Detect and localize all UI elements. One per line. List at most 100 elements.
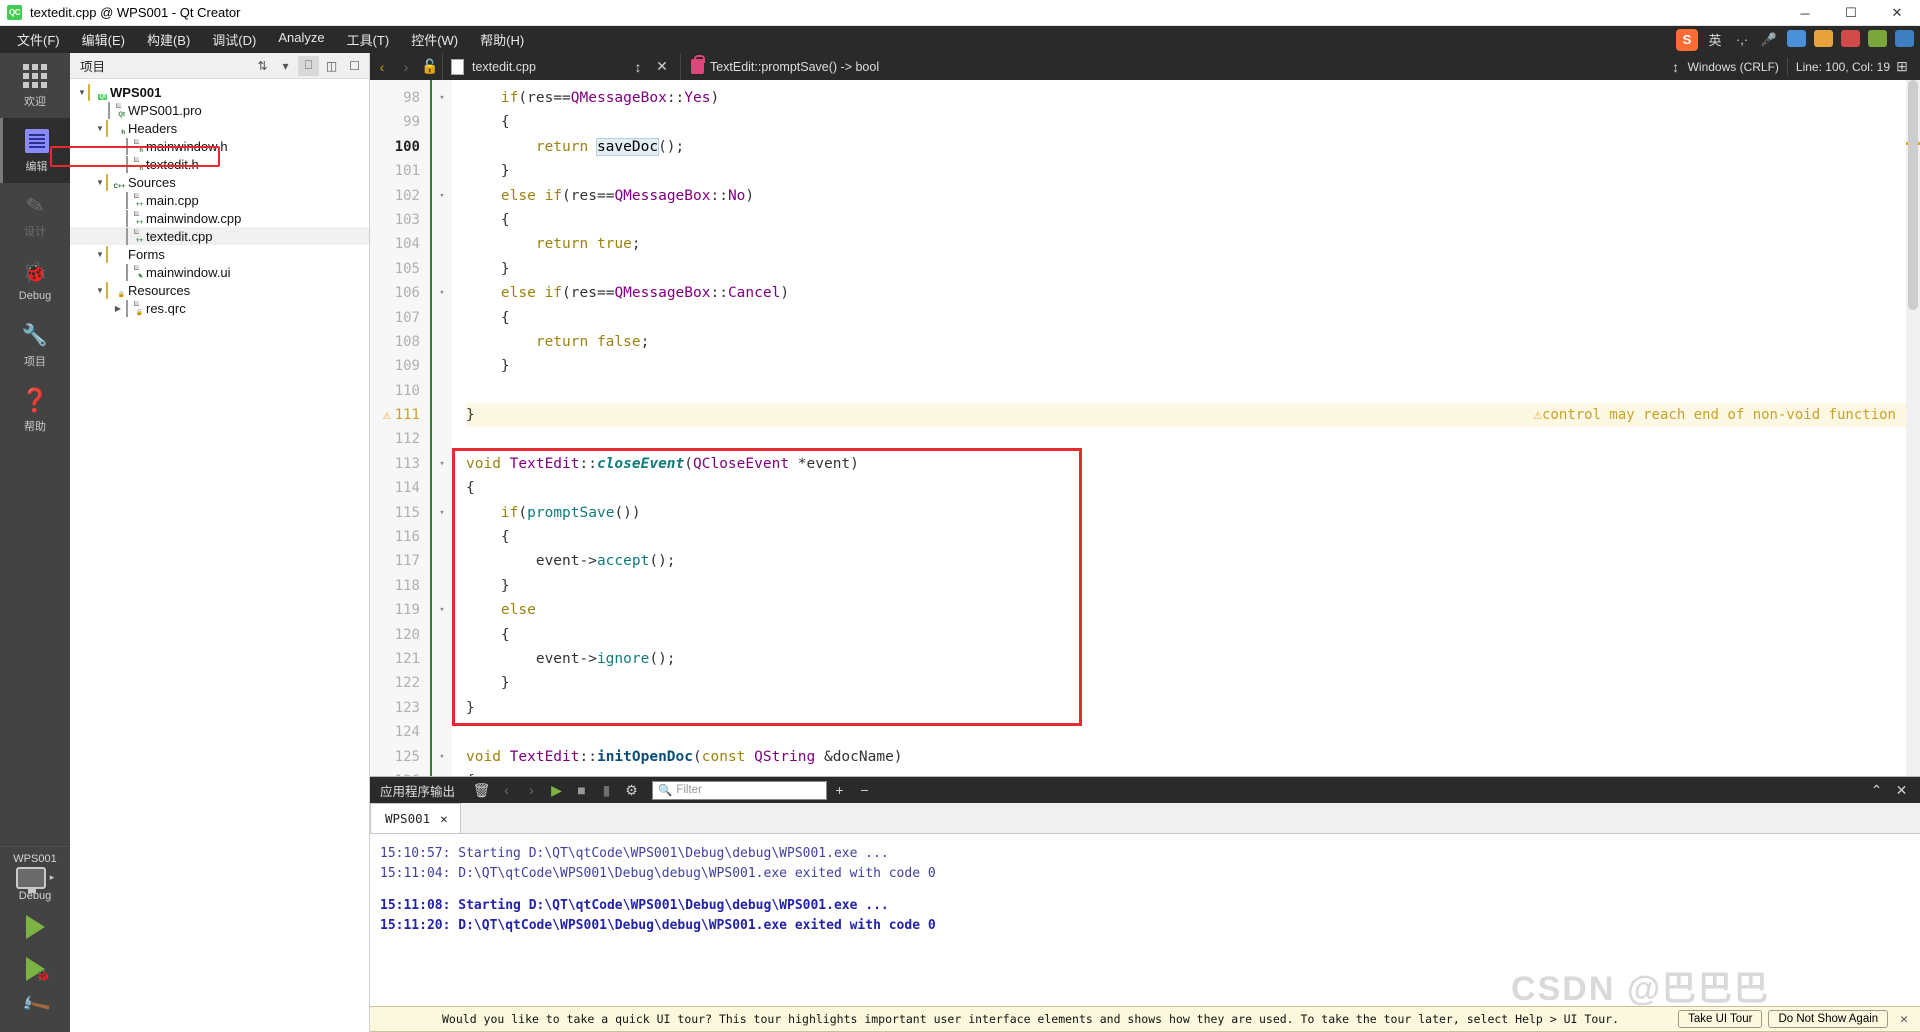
close-file-icon[interactable]: ✕ [650,53,674,80]
lock-open-icon[interactable]: 🔓 [418,53,442,80]
split-editor-icon[interactable]: ↕ [1664,53,1688,80]
ime-tools-icon[interactable] [1813,29,1833,50]
file-dropdown-icon[interactable]: ↕ [626,53,650,80]
scrollbar-thumb[interactable] [1908,80,1918,310]
minimize-button[interactable]: ─ [1782,0,1828,26]
output-run-tab[interactable]: WPS001 ✕ [370,803,461,833]
ime-skin-icon[interactable] [1840,29,1860,50]
code-line-118[interactable]: } [466,574,1906,598]
clear-output-icon[interactable]: 🗑 [469,777,494,803]
code-line-121[interactable]: event->ignore(); [466,647,1906,671]
build-button[interactable]: 🔨 [0,989,70,1032]
ime-emoji-icon[interactable] [1867,29,1887,50]
code-line-124[interactable] [466,720,1906,744]
tree-item-headers[interactable]: ▼ h Headers [70,119,369,137]
chevron-down-icon[interactable]: ▼ [94,250,106,259]
code-line-103[interactable]: { [466,208,1906,232]
tree-item-wps001-pro[interactable]: Qt WPS001.pro [70,101,369,119]
mode-projects[interactable]: 🔧 项目 [0,313,70,378]
zoom-in-icon[interactable]: + [827,777,852,803]
link-editor-icon[interactable]: ⎕ [298,55,319,76]
close-panel-icon[interactable]: ☐ [344,56,365,76]
code-line-98[interactable]: if(res==QMessageBox::Yes) [466,86,1906,110]
code-line-104[interactable]: return true; [466,232,1906,256]
code-line-101[interactable]: } [466,159,1906,183]
filter-icon[interactable]: ▾ [275,56,296,76]
code-text-area[interactable]: if(res==QMessageBox::Yes) { return saveD… [452,80,1906,776]
tree-item-resources[interactable]: ▼ 🔒 Resources [70,281,369,299]
mode-debug[interactable]: 🐞 Debug [0,248,70,313]
stop-icon[interactable]: ■ [569,777,594,803]
menu-2[interactable]: 构建(B) [136,26,201,53]
code-line-113[interactable]: void TextEdit::closeEvent(QCloseEvent *e… [466,452,1906,476]
tree-item-mainwindow-ui[interactable]: ✎ mainwindow.ui [70,263,369,281]
prev-item-icon[interactable]: ‹ [494,777,519,803]
notification-close-icon[interactable]: ✕ [1894,1012,1914,1027]
attach-debugger-icon[interactable]: ▮ [594,777,619,803]
fold-marker-102[interactable]: ▾ [432,184,452,208]
open-file-combo[interactable]: textedit.cpp ↕ ✕ [442,53,676,80]
tree-item-main-cpp[interactable]: ++ main.cpp [70,191,369,209]
line-ending-label[interactable]: Windows (CRLF) [1688,60,1779,74]
take-ui-tour-button[interactable]: Take UI Tour [1678,1010,1763,1028]
run-button[interactable] [0,906,70,948]
menu-0[interactable]: 文件(F) [6,26,71,53]
output-text[interactable]: 15:10:57: Starting D:\QT\qtCode\WPS001\D… [370,834,1920,1006]
menu-5[interactable]: 工具(T) [336,26,401,53]
nav-back-icon[interactable]: ‹ [370,53,394,80]
fold-marker-125[interactable]: ▾ [432,745,452,769]
fold-marker-115[interactable]: ▾ [432,501,452,525]
code-line-102[interactable]: else if(res==QMessageBox::No) [466,184,1906,208]
tree-item-textedit-cpp[interactable]: ++ textedit.cpp [70,227,369,245]
maximize-button[interactable]: ☐ [1828,0,1874,26]
cursor-position-label[interactable]: Line: 100, Col: 19 [1796,60,1890,74]
code-line-125[interactable]: void TextEdit::initOpenDoc(const QString… [466,745,1906,769]
ime-keyboard-icon[interactable] [1786,29,1806,50]
code-line-106[interactable]: else if(res==QMessageBox::Cancel) [466,281,1906,305]
fold-indicator-column[interactable]: ▾ ▾ ▾ ▾ ▾ ▾ ▾ [430,80,452,776]
code-line-117[interactable]: event->accept(); [466,549,1906,573]
next-item-icon[interactable]: › [519,777,544,803]
tree-item-res-qrc[interactable]: ▶ 🔒 res.qrc [70,299,369,317]
code-line-105[interactable]: } [466,257,1906,281]
close-button[interactable]: ✕ [1874,0,1920,26]
ime-apps-icon[interactable] [1894,29,1914,50]
editor-vertical-scrollbar[interactable] [1906,80,1920,776]
maximize-pane-icon[interactable]: ⌃ [1864,777,1889,803]
menu-4[interactable]: Analyze [267,26,335,53]
code-line-116[interactable]: { [466,525,1906,549]
do-not-show-again-button[interactable]: Do Not Show Again [1768,1010,1889,1028]
kit-selector[interactable]: WPS001 ▸ Debug [0,846,70,906]
split-icon[interactable]: ⊞ [1890,53,1914,80]
split-icon[interactable]: ◫ [321,56,342,76]
fold-marker-106[interactable]: ▾ [432,281,452,305]
tree-item-mainwindow-cpp[interactable]: ++ mainwindow.cpp [70,209,369,227]
code-line-120[interactable]: { [466,623,1906,647]
close-pane-icon[interactable]: ✕ [1889,777,1914,803]
code-line-111[interactable]: } ⚠control may reach end of non-void func… [466,403,1906,428]
menu-6[interactable]: 控件(W) [400,26,469,53]
ime-language-icon[interactable]: 英 [1705,30,1725,49]
zoom-out-icon[interactable]: − [852,777,877,803]
output-run-tab-close-icon[interactable]: ✕ [440,811,448,826]
chevron-down-icon[interactable]: ▼ [94,178,106,187]
tree-item-forms[interactable]: ▼ Forms [70,245,369,263]
code-line-99[interactable]: { [466,110,1906,134]
project-tree[interactable]: ▼ Qt WPS001 Qt WPS001.pro ▼ h Headers h mainwindo… [50,79,369,1032]
chevron-down-icon[interactable]: ▼ [76,88,88,97]
chevron-down-icon[interactable]: ▼ [94,124,106,133]
fold-marker-119[interactable]: ▾ [432,598,452,622]
tree-item-wps001[interactable]: ▼ Qt WPS001 [70,83,369,101]
code-line-110[interactable] [466,379,1906,403]
chevron-right-icon[interactable]: ▶ [112,304,124,313]
tree-item-sources[interactable]: ▼ C++ Sources [70,173,369,191]
code-line-108[interactable]: return false; [466,330,1906,354]
code-line-107[interactable]: { [466,306,1906,330]
fold-marker-98[interactable]: ▾ [432,86,452,110]
sync-selection-icon[interactable]: ⇅ [252,56,273,76]
code-line-114[interactable]: { [466,476,1906,500]
mode-help[interactable]: ❓ 帮助 [0,378,70,443]
mode-design[interactable]: ✎ 设计 [0,183,70,248]
code-line-112[interactable] [466,427,1906,451]
mode-welcome[interactable]: 欢迎 [0,53,70,118]
